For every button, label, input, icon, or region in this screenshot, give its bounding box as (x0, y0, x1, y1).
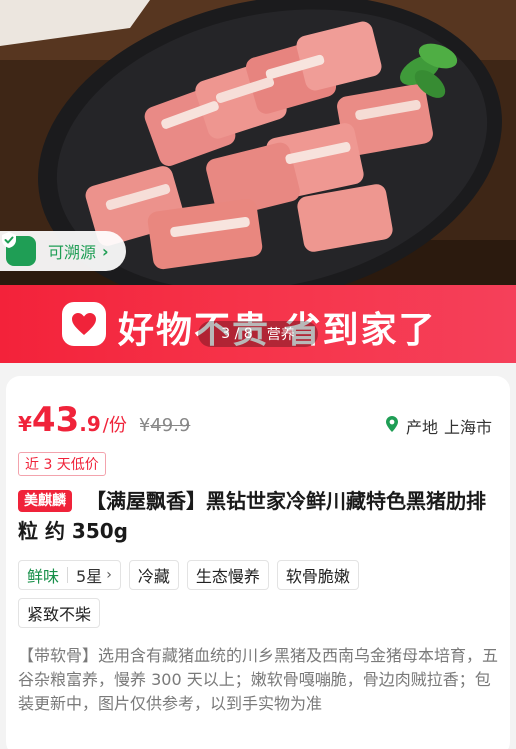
product-description: 【带软骨】选用含有藏猪血统的川乡黑猪及西南乌金猪母本培育，五谷杂粮富养，慢养 3… (18, 646, 499, 713)
location-pin-icon (385, 416, 398, 436)
original-currency: ¥ (138, 415, 151, 436)
brand-tag: 美麒麟 (18, 490, 72, 512)
heart-icon (62, 302, 106, 346)
product-image[interactable]: 可溯源 › (0, 0, 516, 285)
pager-mode: 营养 (266, 327, 295, 343)
original-price: ¥49.9 (139, 415, 191, 436)
traceability-badge[interactable]: 可溯源 › (0, 231, 126, 271)
tag-chip: 紧致不柴 (18, 598, 101, 628)
low-price-badge: 近 3 天低价 (18, 452, 106, 476)
price-row: ¥ 43 .9 /份 ¥49.9 (18, 400, 190, 440)
product-info-card: ¥ 43 .9 /份 ¥49.9 产地 上海市 近 3 天低价 美麒麟 【满屋飘香… (6, 376, 510, 749)
price-integer: 43 (31, 400, 80, 440)
chip-divider (67, 567, 69, 583)
chevron-right-icon: › (102, 241, 109, 261)
price-currency: ¥ (18, 412, 32, 436)
trace-label: 可溯源 (48, 243, 97, 262)
price-decimal: .9 (79, 412, 101, 436)
attribute-chips: 鲜味 5星 › 冷藏 生态慢养 软骨脆嫩 紧致不柴 (18, 560, 498, 636)
origin-value: 上海市 (443, 418, 492, 437)
product-title-text: 【满屋飘香】黑钻世家冷鲜川藏特色黑猪肋排粒 约 350g (18, 489, 486, 543)
product-title: 美麒麟 【满屋飘香】黑钻世家冷鲜川藏特色黑猪肋排粒 约 350g (18, 486, 496, 546)
image-pager: 3 / 8 营养 (198, 321, 318, 347)
pager-index: 3 / 8 (221, 326, 253, 342)
tag-chip: 冷藏 (128, 560, 179, 590)
origin-info: 产地 上海市 (385, 414, 492, 438)
shield-check-icon (2, 232, 36, 266)
taste-value: 5星 (76, 567, 103, 586)
chevron-right-icon: › (106, 567, 112, 583)
price-unit: /份 (102, 415, 127, 436)
tag-chip: 生态慢养 (186, 560, 269, 590)
taste-rating-chip[interactable]: 鲜味 5星 › (18, 560, 121, 590)
origin-label: 产地 (405, 418, 438, 437)
taste-label: 鲜味 (27, 567, 60, 586)
tag-chip: 软骨脆嫩 (276, 560, 359, 590)
original-amount: 49.9 (150, 415, 191, 436)
